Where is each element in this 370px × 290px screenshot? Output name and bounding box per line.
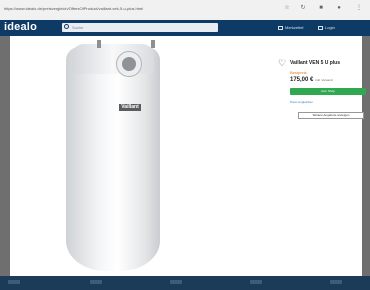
footer-link[interactable] (90, 280, 102, 284)
nav-item-login[interactable]: Login (318, 25, 335, 30)
footer-link[interactable] (330, 280, 342, 284)
search-placeholder: Suche (72, 25, 84, 30)
water-heater-body (66, 46, 160, 271)
temperature-knob (122, 57, 136, 71)
user-icon (318, 25, 323, 30)
search-input[interactable]: Suche (62, 23, 218, 32)
star-icon[interactable]: ☆ (284, 5, 290, 11)
menu-icon[interactable]: ⋮ (356, 5, 362, 11)
more-offers-button[interactable]: Weitere Angebote anzeigen (298, 112, 364, 119)
price: 175,00 € inkl. Versand (290, 77, 333, 83)
heart-icon[interactable]: ♡ (278, 59, 286, 68)
site-header: idealo Suche Merkzettel Login (0, 20, 370, 36)
water-heater-top (72, 44, 154, 74)
nav-item-wishlist[interactable]: Merkzettel (278, 25, 303, 30)
search-icon (64, 24, 69, 29)
browser-chrome: https://www.idealo.de/preisvergleich/Off… (0, 0, 370, 21)
price-note: inkl. Versand (315, 78, 333, 82)
footer-bar (0, 276, 370, 290)
reload-icon[interactable]: ↻ (300, 5, 306, 11)
go-to-shop-button[interactable]: Zum Shop (290, 88, 366, 95)
extension-icon[interactable]: ■ (318, 5, 324, 11)
product-title: Vaillant VEN 5 U plus (290, 60, 341, 66)
footer-link[interactable] (170, 280, 182, 284)
price-label: Bestpreis (290, 70, 307, 75)
price-compare-link[interactable]: Preis vergleichen (290, 100, 313, 104)
heart-outline-icon (278, 25, 283, 30)
profile-icon[interactable]: ● (336, 5, 342, 11)
pipe-left (97, 40, 101, 48)
footer-link[interactable] (8, 280, 20, 284)
brand-plate-text: Vaillant (121, 104, 139, 110)
site-logo[interactable]: idealo (4, 21, 37, 33)
product-card: Vaillant ♡ Vaillant VEN 5 U plus Bestpre… (10, 36, 366, 276)
pipe-right (151, 40, 155, 48)
footer-link[interactable] (250, 280, 262, 284)
address-bar[interactable]: https://www.idealo.de/preisvergleich/Off… (4, 6, 143, 11)
